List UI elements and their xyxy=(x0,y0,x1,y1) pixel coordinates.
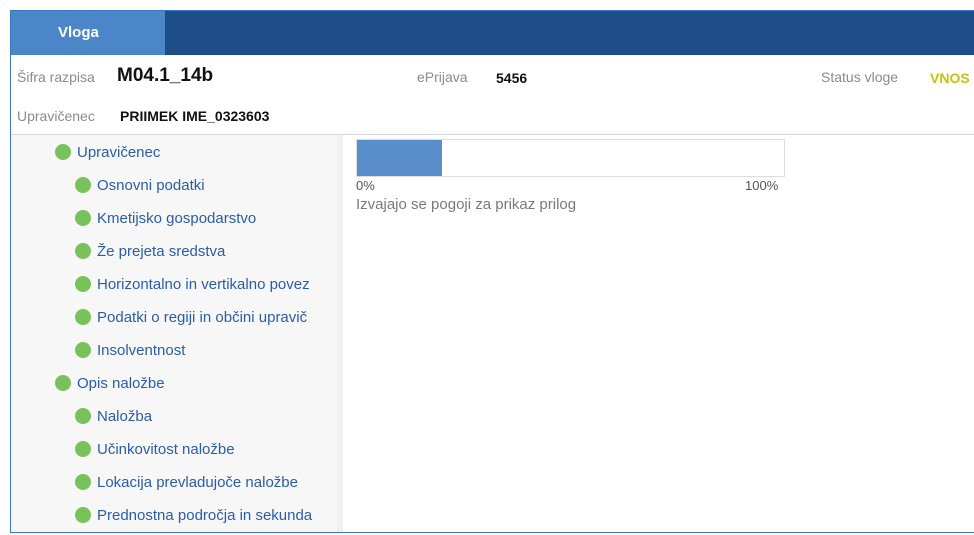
tree-item-label: Lokacija prevladujoče naložbe xyxy=(97,474,298,491)
tab-vloga[interactable]: Vloga xyxy=(11,11,165,55)
green-circle-icon xyxy=(75,507,91,523)
status-vloge-value: VNOS xyxy=(930,70,970,86)
eprijava-value: 5456 xyxy=(496,70,528,86)
tree-item-insolventnost[interactable]: Insolventnost xyxy=(75,340,185,362)
tree-item-horizontalno-vertikalno[interactable]: Horizontalno in vertikalno povez xyxy=(75,274,310,296)
tree-item-kmetijsko-gospodarstvo[interactable]: Kmetijsko gospodarstvo xyxy=(75,208,256,230)
tree-item-label: Osnovni podatki xyxy=(97,177,205,194)
tree-item-ucinkovitost-nalozbe[interactable]: Učinkovitost naložbe xyxy=(75,439,235,461)
upravicenec-label: Upravičenec xyxy=(17,108,95,124)
eprijava-label: ePrijava xyxy=(417,69,468,85)
green-circle-icon xyxy=(75,408,91,424)
green-circle-icon xyxy=(75,243,91,259)
top-bar: Vloga xyxy=(11,11,974,55)
tree-item-nalozba[interactable]: Naložba xyxy=(75,406,152,428)
tree-item-label: Že prejeta sredstva xyxy=(97,243,226,260)
progress-bar xyxy=(356,139,785,177)
tree-item-opis-nalozbe[interactable]: Opis naložbe xyxy=(55,373,165,395)
green-circle-icon xyxy=(75,177,91,193)
progress-max-label: 100% xyxy=(745,178,779,193)
tree-item-podatki-regija-obcina[interactable]: Podatki o regiji in občini upravič xyxy=(75,307,307,329)
green-circle-icon xyxy=(75,441,91,457)
tree-item-label: Učinkovitost naložbe xyxy=(97,441,235,458)
tree-item-label: Horizontalno in vertikalno povez xyxy=(97,276,310,293)
tree-item-osnovni-podatki[interactable]: Osnovni podatki xyxy=(75,175,205,197)
progress-message: Izvajajo se pogoji za prikaz prilog xyxy=(356,196,577,213)
tree-item-label: Prednostna področja in sekunda xyxy=(97,507,313,524)
sifra-razpisa-value: M04.1_14b xyxy=(117,65,214,86)
tree-item-upravicenec[interactable]: Upravičenec xyxy=(55,142,160,164)
progress-bar-fill xyxy=(357,140,443,176)
green-circle-icon xyxy=(75,210,91,226)
green-circle-icon xyxy=(55,144,71,160)
green-circle-icon xyxy=(75,276,91,292)
tree-item-label: Upravičenec xyxy=(77,144,161,161)
tree-item-label: Insolventnost xyxy=(97,342,186,359)
tree-item-label: Naložba xyxy=(97,408,153,425)
sifra-razpisa-label: Šifra razpisa xyxy=(17,69,95,85)
green-circle-icon xyxy=(75,309,91,325)
green-circle-icon xyxy=(75,474,91,490)
tree-item-label: Podatki o regiji in občini upravič xyxy=(97,309,308,326)
tree-item-prednostna-podrocja[interactable]: Prednostna področja in sekunda xyxy=(75,505,312,527)
status-vloge-label: Status vloge xyxy=(821,69,899,85)
progress-min-label: 0% xyxy=(356,178,375,193)
panel-divider[interactable] xyxy=(337,135,343,532)
tree-item-lokacija-nalozbe[interactable]: Lokacija prevladujoče naložbe xyxy=(75,472,298,494)
navigation-tree: Upravičenec Osnovni podatki Kmetijsko go… xyxy=(11,135,337,532)
application-info-panel: Šifra razpisa M04.1_14b ePrijava 5456 St… xyxy=(11,55,974,135)
green-circle-icon xyxy=(75,342,91,358)
tree-item-label: Kmetijsko gospodarstvo xyxy=(97,210,257,227)
upravicenec-value: PRIIMEK IME_0323603 xyxy=(120,108,270,124)
green-circle-icon xyxy=(55,375,71,391)
tree-item-label: Opis naložbe xyxy=(77,375,165,392)
tree-item-ze-prejeta-sredstva[interactable]: Že prejeta sredstva xyxy=(75,241,225,263)
application-frame: Vloga Šifra razpisa M04.1_14b ePrijava 5… xyxy=(10,10,974,533)
